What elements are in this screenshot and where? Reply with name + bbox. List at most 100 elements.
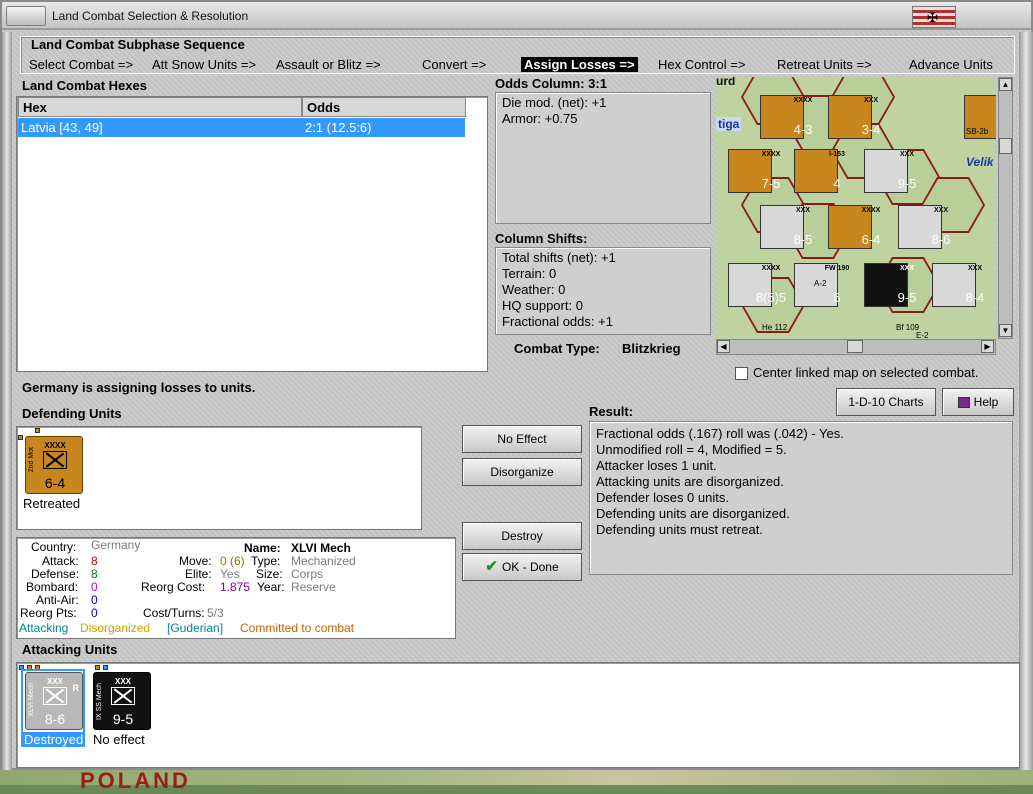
defending-title: Defending Units <box>22 406 122 421</box>
scroll-thumb[interactable] <box>999 138 1012 154</box>
attack-value: 8 <box>91 554 98 568</box>
unit-type: I-153 <box>829 151 845 158</box>
ok-done-button[interactable]: ✔ OK - Done <box>462 553 582 581</box>
step-advance-units: Advance Units <box>909 57 993 72</box>
unit-marker <box>18 435 23 440</box>
result-line: Defender loses 0 units. <box>596 490 729 505</box>
defending-unit-counter[interactable]: XXXX 2nd Mot 6-4 <box>25 436 83 494</box>
bombard-label: Bombard: <box>26 580 79 594</box>
map-vertical-scrollbar[interactable]: ▲ ▼ <box>998 77 1013 339</box>
system-menu-button[interactable] <box>6 6 46 26</box>
reorg-cost-label: Reorg Cost: <box>141 580 206 594</box>
place-label: tiga <box>716 117 742 131</box>
step-convert: Convert => <box>422 57 487 72</box>
unit-type: XXX <box>899 265 914 272</box>
place-label: Velik <box>966 155 994 169</box>
odds-panel: Die mod. (net): +1 Armor: +0.75 <box>495 92 711 224</box>
title-bar: Land Combat Selection & Resolution ✠ <box>2 2 1031 30</box>
attacking-title: Attacking Units <box>22 642 118 657</box>
result-line: Defending units must retreat. <box>596 522 763 537</box>
scroll-left-icon[interactable]: ◀ <box>717 340 730 353</box>
map-unit[interactable]: XXX 3-4 <box>828 95 880 139</box>
map-unit[interactable]: XXXX 7-5 <box>728 149 780 193</box>
map-unit[interactable]: I-153 4 <box>794 149 845 193</box>
cell-hex: Latvia [43, 49] <box>21 120 103 135</box>
unit-strength: 6-4 <box>861 232 881 247</box>
defending-unit-status: Retreated <box>23 496 81 511</box>
unit-marker <box>103 665 108 670</box>
move-label: Move: <box>179 554 212 568</box>
unit-type: XXX <box>986 97 996 104</box>
hexes-list[interactable]: Hex Odds Latvia [43, 49] 2:1 (12.5:6) <box>16 96 488 372</box>
charts-button[interactable]: 1-D-10 Charts <box>836 388 936 416</box>
attacking-unit-counter[interactable]: XXX XLVI Mech R 8-6 <box>25 672 83 730</box>
odds-column-title: Odds Column: 3:1 <box>495 76 607 91</box>
unit-strength: 9-5 <box>897 290 917 305</box>
scroll-down-icon[interactable]: ▼ <box>999 324 1012 337</box>
fractional-odds-text: Fractional odds: +1 <box>502 314 613 329</box>
air-label: A-2 <box>814 279 827 288</box>
type-value: Mechanized <box>291 554 356 568</box>
map-unit[interactable]: XXX 8-6 <box>898 205 950 249</box>
map-unit[interactable]: XXXX 6-4 <box>828 205 880 249</box>
unit-marker <box>35 428 40 433</box>
place-label: urd <box>716 77 736 88</box>
status-leader: [Guderian] <box>167 621 224 635</box>
map-unit[interactable]: XXXX 8(5)5 <box>728 263 786 307</box>
result-line: Unmodified roll = 4, Modified = 5. <box>596 442 787 457</box>
step-att-snow-units: Att Snow Units => <box>152 57 257 72</box>
table-row[interactable]: Latvia [43, 49] 2:1 (12.5:6) <box>18 118 465 137</box>
scroll-right-icon[interactable]: ▶ <box>981 340 994 353</box>
check-icon: ✔ <box>485 558 498 575</box>
reorg-cost-value: 1.875 <box>220 580 251 594</box>
map-unit[interactable]: XXXX 4-3 <box>760 95 812 139</box>
map-unit[interactable]: XXX 9-5 <box>864 149 916 193</box>
center-map-checkbox[interactable] <box>735 367 748 380</box>
help-book-icon <box>957 397 970 409</box>
map-unit[interactable]: XXX 9-5 <box>864 263 916 307</box>
mech-symbol-icon <box>111 687 135 705</box>
map-unit[interactable]: XXX 8-4 <box>932 263 984 307</box>
unit-strength: 8(5)5 <box>755 290 787 305</box>
unit-strength: 8-4 <box>965 290 985 305</box>
map-horizontal-scrollbar[interactable]: ◀ ▶ <box>716 339 996 355</box>
reorg-pts-label: Reorg Pts: <box>20 606 77 620</box>
cost-turns-value: 5/3 <box>207 606 224 620</box>
status-disorganized: Disorganized <box>80 621 151 635</box>
linked-hex-map[interactable]: tiga Velik urd XXXX4-3 XXX3-4 XXX2 XXXX7… <box>716 77 996 339</box>
country-value: Germany <box>91 538 141 552</box>
unit-strength: 6 <box>833 290 841 305</box>
no-effect-button[interactable]: No Effect <box>462 425 582 453</box>
type-label: Type: <box>251 554 281 568</box>
scroll-thumb[interactable] <box>847 340 863 353</box>
result-line: Defending units are disorganized. <box>596 506 790 521</box>
air-label: E-2 <box>916 331 929 339</box>
weather-text: Weather: 0 <box>502 282 566 297</box>
unit-type: XXX <box>899 151 914 158</box>
unit-type: XXX <box>795 207 810 214</box>
help-label: Help <box>973 395 999 409</box>
help-button[interactable]: Help <box>942 388 1014 416</box>
unit-strength: 3-4 <box>861 122 881 137</box>
destroy-button[interactable]: Destroy <box>462 522 582 550</box>
col-header-odds[interactable]: Odds <box>302 97 466 117</box>
unit-strength: 9-5 <box>112 711 134 727</box>
unit-type: XXX <box>863 97 878 104</box>
mech-symbol-icon <box>43 687 67 705</box>
antiair-value: 0 <box>91 593 98 607</box>
nation-flag-icon: ✠ <box>912 6 956 28</box>
unit-corner-mark: R <box>72 683 80 693</box>
unit-type: XXXX <box>761 265 781 272</box>
cell-odds: 2:1 (12.5:6) <box>305 120 372 135</box>
map-unit[interactable]: XXX 8-5 <box>760 205 812 249</box>
attacking-unit-counter[interactable]: XXX IX SS Mech 9-5 <box>93 672 151 730</box>
col-header-hex[interactable]: Hex <box>18 97 302 117</box>
elite-value: Yes <box>220 567 240 581</box>
scroll-up-icon[interactable]: ▲ <box>999 78 1012 91</box>
elite-label: Elite: <box>185 567 212 581</box>
size-label: Size: <box>256 567 283 581</box>
year-value: Reserve <box>291 580 336 594</box>
step-hex-control: Hex Control => <box>658 57 746 72</box>
subphase-sequence: Land Combat Subphase Sequence Select Com… <box>20 36 1015 74</box>
disorganize-button[interactable]: Disorganize <box>462 458 582 486</box>
